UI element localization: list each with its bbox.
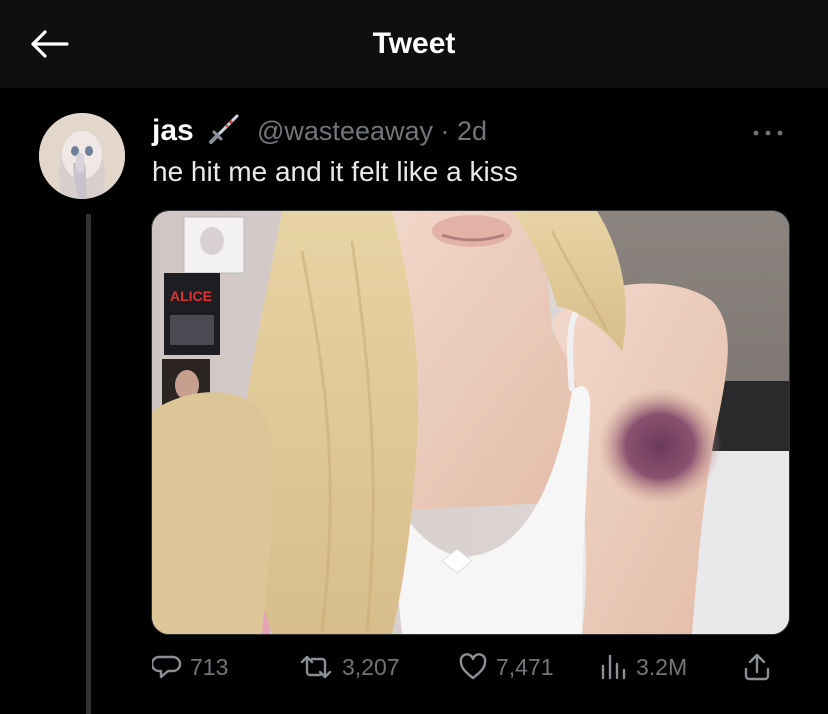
thread-line [86,214,91,714]
photo-image: ALICE [152,211,789,634]
avatar-image [39,113,125,199]
avatar[interactable] [39,113,125,199]
dagger-icon [203,110,243,150]
retweet-button[interactable]: 3,207 [298,645,400,689]
tweet-text: he hit me and it felt like a kiss [152,156,518,187]
svg-text:ALICE: ALICE [170,288,212,304]
share-button[interactable] [742,645,780,689]
page-title: Tweet [372,27,456,60]
heart-icon [459,653,487,680]
top-bar: Tweet [0,0,828,88]
like-button[interactable]: 7,471 [458,645,554,689]
retweet-icon [300,655,332,679]
retweet-count: 3,207 [342,653,400,680]
reply-button[interactable]: 713 [152,645,228,689]
handle-and-timestamp[interactable]: @wasteeaway · 2d [257,116,487,147]
reply-count: 713 [190,653,229,680]
tweet-photo[interactable]: ALICE [151,210,790,635]
like-count: 7,471 [496,653,554,680]
more-horizontal-icon [753,130,783,136]
author-name[interactable]: jas [152,114,194,148]
view-count: 3.2M [636,653,688,680]
reply-icon [152,655,182,679]
share-icon [744,653,770,681]
bar-chart-icon [601,654,626,680]
more-options-button[interactable] [748,117,788,137]
tweet-actions: 713 3,207 7,471 3.2M [152,645,792,689]
views-button[interactable]: 3.2M [598,645,687,689]
